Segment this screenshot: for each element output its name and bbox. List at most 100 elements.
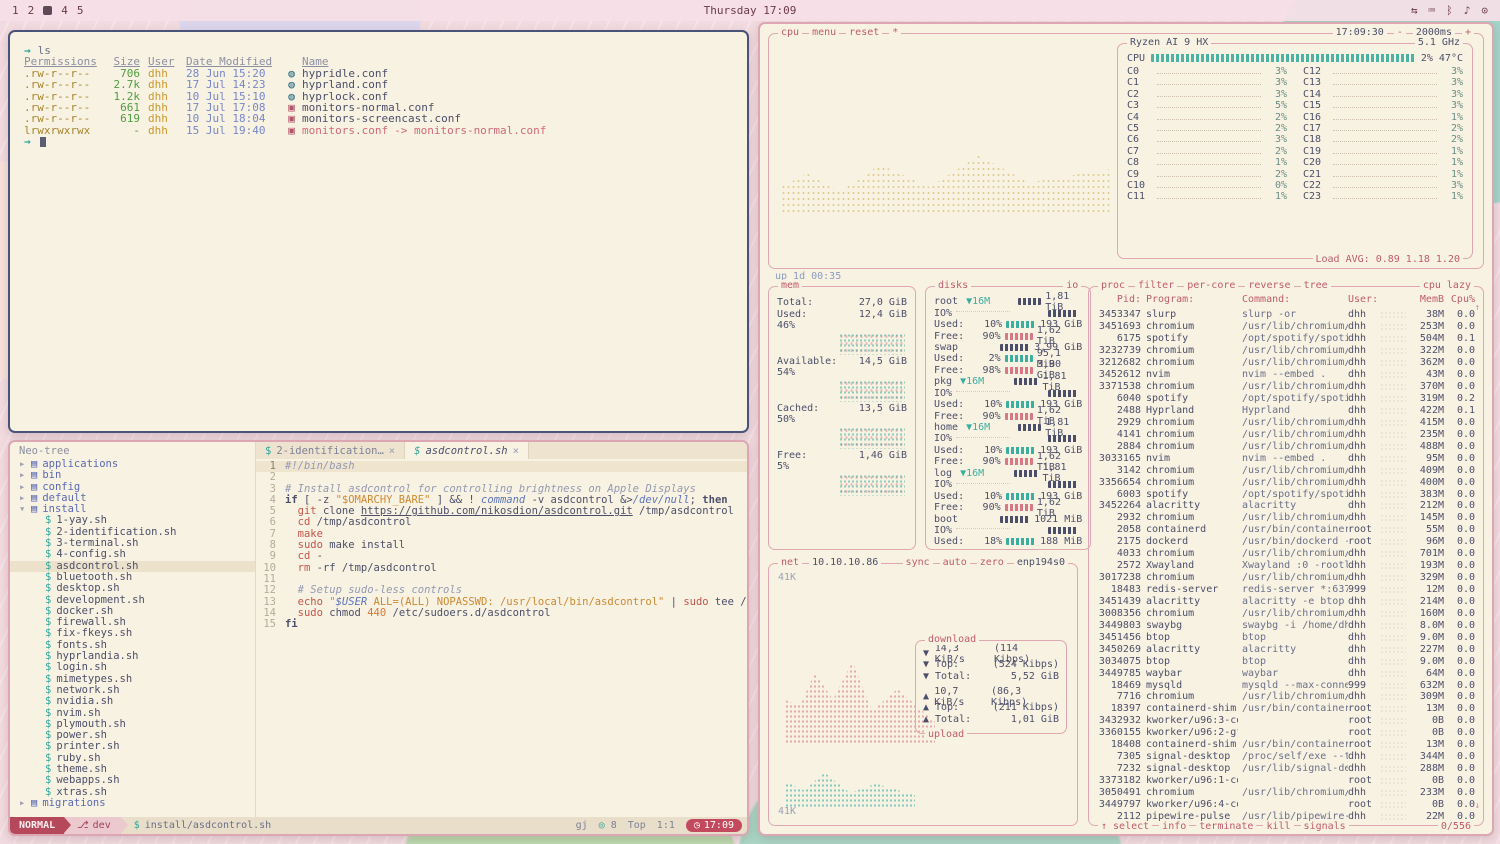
- keyboard-icon[interactable]: ⌨: [1429, 4, 1436, 17]
- process-row[interactable]: 3449797 kworker/u96:4-co root 0B 0.0: [1089, 798, 1483, 810]
- process-row[interactable]: 18469 mysqld mysqld --max-conne 999 632M…: [1089, 679, 1483, 691]
- process-row[interactable]: 18483 redis-server redis-server *:637 99…: [1089, 584, 1483, 596]
- process-row[interactable]: 2572 Xwayland Xwayland :0 -rootl dhh 193…: [1089, 560, 1483, 572]
- tree-item[interactable]: $ printer.sh: [19, 741, 255, 752]
- filter-button[interactable]: filter: [1135, 280, 1177, 291]
- kill-button[interactable]: kill: [1263, 821, 1293, 832]
- menu-button[interactable]: menu: [809, 27, 839, 38]
- power-icon[interactable]: ⊙: [1481, 4, 1488, 17]
- process-row[interactable]: 3212682 chromium /usr/lib/chromium/ dhh …: [1089, 357, 1483, 369]
- process-row[interactable]: 3451693 chromium /usr/lib/chromium/ dhh …: [1089, 321, 1483, 333]
- interval-plus-button[interactable]: +: [1462, 27, 1474, 38]
- net-sync-toggle[interactable]: sync: [903, 557, 933, 568]
- process-row[interactable]: 3452264 alacritty alacritty dhh 212M 0.0: [1089, 500, 1483, 512]
- code-line[interactable]: 8 sudo make install: [256, 540, 747, 551]
- code-lines[interactable]: 1#!/bin/bash23# Install asdcontrol for c…: [256, 459, 747, 817]
- process-row[interactable]: 3008356 chromium /usr/lib/chromium/ dhh …: [1089, 607, 1483, 619]
- process-row[interactable]: 6175 spotify /opt/spotify/spoti dhh 504M…: [1089, 333, 1483, 345]
- process-row[interactable]: 2058 containerd /usr/bin/container root …: [1089, 524, 1483, 536]
- tree-item[interactable]: $ nvidia.sh: [19, 696, 255, 707]
- process-row[interactable]: 3450269 alacritty alacritty dhh 227M 0.0: [1089, 643, 1483, 655]
- process-row[interactable]: 3451439 alacritty alacritty -e btop dhh …: [1089, 596, 1483, 608]
- process-row[interactable]: 7232 signal-desktop /usr/lib/signal-de d…: [1089, 763, 1483, 775]
- process-row[interactable]: 2175 dockerd /usr/bin/dockerd - root 96M…: [1089, 536, 1483, 548]
- tree-item[interactable]: $ power.sh: [19, 730, 255, 741]
- tree-item[interactable]: $ mimetypes.sh: [19, 674, 255, 685]
- process-row[interactable]: 2929 chromium /usr/lib/chromium/ dhh 415…: [1089, 416, 1483, 428]
- process-row[interactable]: 3449785 waybar waybar dhh 64M 0.0: [1089, 667, 1483, 679]
- prompt-line[interactable]: →: [24, 136, 733, 147]
- select-hint[interactable]: ↑ select: [1098, 821, 1152, 832]
- reset-button[interactable]: reset: [846, 27, 882, 38]
- reverse-toggle[interactable]: reverse: [1245, 280, 1293, 291]
- tree-item[interactable]: $ nvim.sh: [19, 708, 255, 719]
- close-icon[interactable]: ×: [389, 445, 395, 457]
- close-icon[interactable]: ×: [513, 445, 519, 457]
- tree-item[interactable]: $ plymouth.sh: [19, 719, 255, 730]
- tree-item[interactable]: ▸ ▤ bin: [19, 470, 255, 481]
- process-row[interactable]: 7716 chromium /usr/lib/chromium/ dhh 309…: [1089, 691, 1483, 703]
- tree-item[interactable]: $ hyprlandia.sh: [19, 651, 255, 662]
- code-line[interactable]: 6 cd /tmp/asdcontrol: [256, 517, 747, 528]
- process-row[interactable]: 3017238 chromium /usr/lib/chromium/ dhh …: [1089, 572, 1483, 584]
- process-row[interactable]: 6040 spotify /opt/spotify/spoti dhh 319M…: [1089, 393, 1483, 405]
- volume-icon[interactable]: ♪: [1464, 4, 1471, 17]
- editor-window[interactable]: Neo-tree ▸ ▤ applications ▸ ▤ bin: [8, 440, 749, 836]
- screencast-icon[interactable]: ⇆: [1411, 4, 1418, 17]
- process-row[interactable]: 2932 chromium /usr/lib/chromium/ dhh 145…: [1089, 512, 1483, 524]
- workspace-button[interactable]: [43, 6, 52, 15]
- process-row[interactable]: 2488 Hyprland Hyprland dhh 422M 0.1: [1089, 405, 1483, 417]
- process-row[interactable]: 7305 signal-desktop /proc/self/exe --t d…: [1089, 751, 1483, 763]
- code-line[interactable]: 14 sudo chmod 440 /etc/sudoers.d/asdcont…: [256, 608, 747, 619]
- terminal-window[interactable]: → ls Permissions Size User Date Modified…: [8, 30, 749, 433]
- sort-selector[interactable]: cpu lazy: [1420, 280, 1474, 291]
- tree-item[interactable]: $ bluetooth.sh: [19, 572, 255, 583]
- buffer-tab[interactable]: $ asdcontrol.sh ×: [405, 442, 529, 459]
- system-monitor-window[interactable]: cpu menu reset * 17:09:30 - 2000ms + Ryz…: [758, 22, 1494, 836]
- process-row[interactable]: 6003 spotify /opt/spotify/spoti dhh 383M…: [1089, 488, 1483, 500]
- workspace-button[interactable]: 1: [12, 4, 19, 17]
- bluetooth-icon[interactable]: ᛒ: [1446, 4, 1453, 17]
- tree-item[interactable]: $ 4-config.sh: [19, 549, 255, 560]
- process-row[interactable]: 3232739 chromium /usr/lib/chromium/ dhh …: [1089, 345, 1483, 357]
- process-row[interactable]: 3356654 chromium /usr/lib/chromium/ dhh …: [1089, 476, 1483, 488]
- scroll-up-icon[interactable]: ↑: [1475, 303, 1480, 313]
- process-row[interactable]: 3373182 kworker/u96:1-co root 0B 0.0: [1089, 775, 1483, 787]
- process-row[interactable]: 3050491 chromium /usr/lib/chromium/ dhh …: [1089, 787, 1483, 799]
- process-row[interactable]: 3371538 chromium /usr/lib/chromium/ dhh …: [1089, 381, 1483, 393]
- process-row[interactable]: 3453347 slurp slurp -or dhh 38M 0.0: [1089, 309, 1483, 321]
- net-auto-toggle[interactable]: auto: [940, 557, 970, 568]
- workspace-button[interactable]: 4: [61, 4, 68, 17]
- tree-toggle[interactable]: tree: [1301, 280, 1331, 291]
- terminate-button[interactable]: terminate: [1196, 821, 1256, 832]
- process-row[interactable]: 4141 chromium /usr/lib/chromium/ dhh 235…: [1089, 428, 1483, 440]
- io-mode-toggle[interactable]: io: [1063, 280, 1081, 291]
- process-row[interactable]: 3432932 kworker/u96:3-co root 0B 0.0: [1089, 715, 1483, 727]
- process-row[interactable]: 2884 chromium /usr/lib/chromium/ dhh 488…: [1089, 440, 1483, 452]
- process-row[interactable]: 3142 chromium /usr/lib/chromium/ dhh 409…: [1089, 464, 1483, 476]
- tree-item[interactable]: ▾ ▤ install: [19, 504, 255, 515]
- process-row[interactable]: 4033 chromium /usr/lib/chromium/ dhh 701…: [1089, 548, 1483, 560]
- interval-minus-button[interactable]: -: [1394, 27, 1406, 38]
- signals-button[interactable]: signals: [1301, 821, 1349, 832]
- tree-item[interactable]: ▸ ▤ migrations: [19, 798, 255, 809]
- buffer-tab[interactable]: $ 2-identification… ×: [256, 442, 405, 459]
- code-line[interactable]: 15fi: [256, 619, 747, 630]
- tree-item[interactable]: $ fix-fkeys.sh: [19, 628, 255, 639]
- scroll-down-icon[interactable]: ↓: [1475, 801, 1480, 811]
- tree-item[interactable]: $ 3-terminal.sh: [19, 538, 255, 549]
- tree-item[interactable]: $ login.sh: [19, 662, 255, 673]
- process-row[interactable]: 3033165 nvim nvim --embed . dhh 95M 0.0: [1089, 452, 1483, 464]
- per-core-toggle[interactable]: per-core: [1184, 280, 1238, 291]
- code-line[interactable]: 10 rm -rf /tmp/asdcontrol: [256, 563, 747, 574]
- tree-item[interactable]: $ desktop.sh: [19, 583, 255, 594]
- preset-indicator[interactable]: *: [889, 27, 901, 38]
- tree-item[interactable]: $ theme.sh: [19, 764, 255, 775]
- tree-item[interactable]: $ ruby.sh: [19, 753, 255, 764]
- tree-item[interactable]: $ firewall.sh: [19, 617, 255, 628]
- process-row[interactable]: 3451456 btop btop dhh 9.0M 0.0: [1089, 631, 1483, 643]
- workspace-button[interactable]: 2: [28, 4, 35, 17]
- code-line[interactable]: 1#!/bin/bash: [256, 461, 747, 472]
- workspace-button[interactable]: 5: [77, 4, 84, 17]
- process-row[interactable]: 3449803 swaybg swaybg -i /home/dh dhh 8.…: [1089, 619, 1483, 631]
